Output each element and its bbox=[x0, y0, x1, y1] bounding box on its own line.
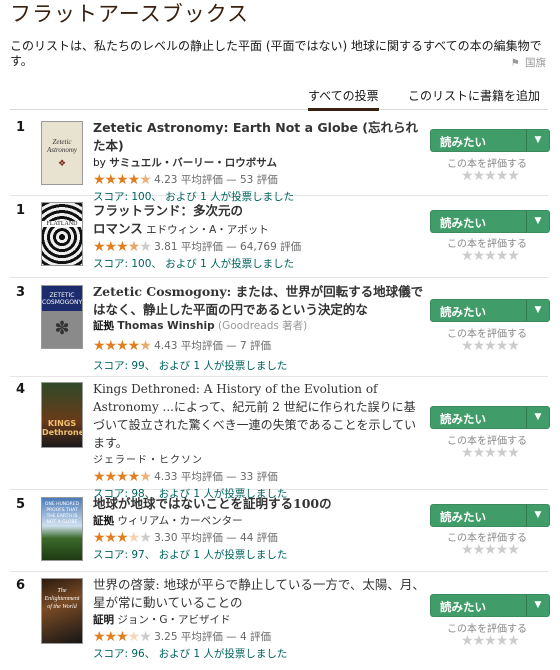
author-name[interactable]: サミュエル・バーリー・ロウボサム bbox=[109, 157, 277, 169]
author-name[interactable]: ジェラード・ヒクソン bbox=[93, 455, 203, 466]
score-link[interactable]: スコア: 97、 および 1 人が投票しました bbox=[93, 546, 428, 564]
rating-stars: ★★★★★ bbox=[93, 530, 152, 546]
book-cover[interactable]: KINGS Dethroned bbox=[41, 382, 83, 448]
cover-title: The Enlightenment of the World bbox=[44, 588, 80, 610]
book-title[interactable]: Zetetic Astronomy: Earth Not a Globe (忘れ… bbox=[93, 119, 428, 155]
chevron-down-icon[interactable]: ▼ bbox=[526, 300, 549, 321]
report-label: 国旗 bbox=[525, 57, 546, 69]
chevron-down-icon[interactable]: ▼ bbox=[526, 130, 549, 151]
list-tabs: すべての投票 このリストに書籍を追加 bbox=[10, 85, 548, 111]
book-title[interactable]: 地球が地球ではないことを証明する100の bbox=[93, 495, 428, 513]
rating-stars: ★★★★★ bbox=[93, 239, 152, 255]
score-link[interactable]: スコア: 96、 および 1 人が投票しました bbox=[93, 645, 428, 663]
rank-number: 3 bbox=[16, 285, 26, 300]
rating-text: 3.30 平均評価 — 44 評価 bbox=[154, 532, 278, 544]
want-to-read-button[interactable]: 読みたい ▼ bbox=[430, 594, 550, 617]
chevron-down-icon[interactable]: ▼ bbox=[526, 595, 549, 616]
want-to-read-label: 読みたい bbox=[440, 510, 486, 524]
cover-title: Zetetic Astronomy bbox=[46, 138, 78, 154]
want-to-read-button[interactable]: 読みたい ▼ bbox=[430, 210, 550, 233]
rating-stars: ★★★★★ bbox=[93, 469, 152, 485]
chevron-down-icon[interactable]: ▼ bbox=[526, 505, 549, 526]
flag-icon: ⚑ bbox=[510, 58, 520, 69]
rating-stars: ★★★★★ bbox=[93, 338, 152, 354]
rank-number: 6 bbox=[16, 578, 26, 593]
want-to-read-button[interactable]: 読みたい ▼ bbox=[430, 129, 550, 152]
want-to-read-label: 読みたい bbox=[440, 600, 486, 614]
rating-text: 3.81 平均評価 — 64,769 評価 bbox=[154, 241, 302, 253]
list-description: このリストは、私たちのレベルの静止した平面 (平面ではない) 地球に関するすべて… bbox=[10, 39, 542, 68]
list-item: 6 The Enlightenment of the World 世界の啓蒙: … bbox=[10, 572, 550, 670]
want-to-read-button[interactable]: 読みたい ▼ bbox=[430, 504, 550, 527]
want-to-read-label: 読みたい bbox=[440, 305, 486, 319]
list-item: 3 ZETETIC COSMOGONY ✽ Zetetic Cosmogony:… bbox=[10, 278, 550, 377]
by-label: 証拠 bbox=[93, 515, 114, 527]
author-name[interactable]: Thomas Winship bbox=[117, 320, 214, 332]
rank-number: 1 bbox=[16, 120, 26, 135]
author-name[interactable]: エドウィン・A・アボット bbox=[146, 224, 269, 236]
book-title-continued[interactable]: ロマンス bbox=[93, 221, 143, 236]
list-item: 1 Zetetic Astronomy ❖ Zetetic Astronomy:… bbox=[10, 118, 550, 203]
cover-ornament: ❖ bbox=[57, 158, 67, 168]
book-title[interactable]: Kings Dethroned: A History of the Evolut… bbox=[93, 380, 421, 452]
chevron-down-icon[interactable]: ▼ bbox=[526, 407, 549, 428]
rate-stars[interactable]: ★★★★★ bbox=[461, 445, 520, 461]
want-to-read-label: 読みたい bbox=[440, 135, 486, 149]
score-link[interactable]: スコア: 99、 および 1 人が投票しました bbox=[93, 357, 428, 375]
rating-stars: ★★★★★ bbox=[93, 172, 152, 188]
rate-stars[interactable]: ★★★★★ bbox=[461, 168, 520, 184]
rate-stars[interactable]: ★★★★★ bbox=[461, 542, 520, 558]
goodreads-author-badge: (Goodreads 著者) bbox=[217, 320, 308, 332]
rank-number: 1 bbox=[16, 203, 26, 218]
list-item: 1 FLATLAND フラットランド：多次元の ロマンス エドウィン・A・アボッ… bbox=[10, 196, 550, 278]
rating-stars: ★★★★★ bbox=[93, 629, 152, 645]
report-link[interactable]: ⚑ 国旗 bbox=[511, 55, 546, 70]
cover-title: ONE HUNDRED PROOFS THAT THE EARTH IS NOT… bbox=[44, 502, 80, 525]
cover-ornament: ✽ bbox=[54, 318, 70, 338]
book-title[interactable]: Zetetic Cosmogony: または、世界が回転する地球儀ではなく、静止… bbox=[93, 283, 428, 319]
rate-stars[interactable]: ★★★★★ bbox=[461, 633, 520, 649]
list-item: 4 KINGS Dethroned Kings Dethroned: A His… bbox=[10, 377, 550, 500]
rating-text: 3.25 平均評価 — 4 評価 bbox=[154, 631, 272, 643]
by-label: 証拠 bbox=[93, 320, 114, 332]
book-cover[interactable]: ONE HUNDRED PROOFS THAT THE EARTH IS NOT… bbox=[41, 497, 83, 561]
tab-add-books[interactable]: このリストに書籍を追加 bbox=[408, 87, 540, 110]
author-name[interactable]: ジョン・G・アビザイド bbox=[117, 614, 230, 626]
rate-stars[interactable]: ★★★★★ bbox=[461, 248, 520, 264]
want-to-read-label: 読みたい bbox=[440, 412, 486, 426]
book-title[interactable]: フラットランド：多次元の bbox=[93, 202, 428, 220]
book-cover[interactable]: FLATLAND bbox=[41, 202, 83, 266]
rating-text: 4.23 平均評価 — 53 評価 bbox=[154, 174, 278, 186]
chevron-down-icon[interactable]: ▼ bbox=[526, 211, 549, 232]
list-item: 5 ONE HUNDRED PROOFS THAT THE EARTH IS N… bbox=[10, 490, 550, 572]
book-cover[interactable]: Zetetic Astronomy ❖ bbox=[41, 121, 83, 185]
rating-text: 4.33 平均評価 — 33 評価 bbox=[154, 471, 278, 483]
cover-title: ZETETIC COSMOGONY bbox=[42, 292, 83, 306]
cover-title: FLATLAND bbox=[42, 221, 82, 227]
book-title[interactable]: 世界の啓蒙: 地球が平らで静止している一方で、太陽、月、星が常に動いていることの bbox=[93, 576, 428, 612]
want-to-read-button[interactable]: 読みたい ▼ bbox=[430, 406, 550, 429]
by-label: by bbox=[93, 157, 106, 169]
want-to-read-label: 読みたい bbox=[440, 216, 486, 230]
want-to-read-button[interactable]: 読みたい ▼ bbox=[430, 299, 550, 322]
page-title: フラットアースブックス bbox=[10, 2, 250, 26]
cover-title: KINGS Dethroned bbox=[42, 419, 82, 437]
rate-stars[interactable]: ★★★★★ bbox=[461, 338, 520, 354]
rank-number: 4 bbox=[16, 382, 26, 397]
by-label: 証明 bbox=[93, 614, 114, 626]
book-cover[interactable]: The Enlightenment of the World bbox=[41, 578, 83, 644]
rank-number: 5 bbox=[16, 497, 26, 512]
tab-all-votes[interactable]: すべての投票 bbox=[308, 87, 379, 111]
score-link[interactable]: スコア: 100、 および 1 人が投票しました bbox=[93, 255, 428, 273]
rating-text: 4.43 平均評価 — 7 評価 bbox=[154, 340, 272, 352]
book-cover[interactable]: ZETETIC COSMOGONY ✽ bbox=[41, 285, 83, 349]
author-name[interactable]: ウィリアム・カーペンター bbox=[117, 515, 242, 527]
